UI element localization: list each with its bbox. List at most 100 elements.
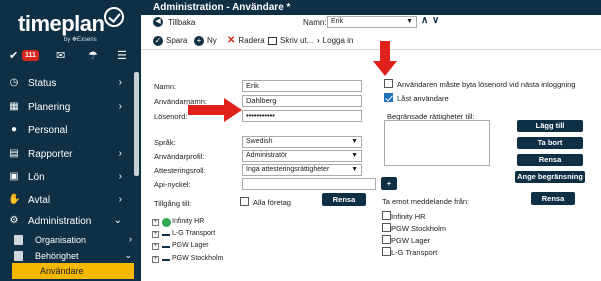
checkmark-icon[interactable]: ✔: [9, 49, 18, 63]
user-select[interactable]: Erik ▼: [327, 16, 417, 28]
chevron-right-icon: ›: [118, 148, 122, 159]
add-restriction-button[interactable]: Lägg till: [517, 120, 583, 132]
new-button[interactable]: + Ny: [194, 34, 217, 48]
back-link[interactable]: Tillbaka: [168, 18, 195, 27]
api-key-add-button[interactable]: +: [381, 177, 397, 190]
delete-button[interactable]: ✕ Radera: [227, 34, 265, 48]
expand-icon: +: [152, 256, 159, 263]
sidebar-scrollbar[interactable]: [134, 72, 139, 176]
chevron-down-icon: ⌄: [113, 215, 122, 226]
building-icon: [14, 235, 23, 245]
expand-icon: +: [152, 219, 159, 226]
next-user-icon[interactable]: ∨: [432, 15, 439, 26]
set-restriction-button[interactable]: Ange begränsning: [515, 171, 585, 183]
locked-user-checkbox[interactable]: [384, 93, 393, 102]
red-arrow-right-icon: [188, 98, 242, 122]
login-button[interactable]: › Logga in: [317, 34, 353, 48]
previous-user-icon[interactable]: ∧: [421, 15, 428, 26]
receive-item-label: Infinity HR: [391, 212, 426, 221]
tree-item[interactable]: + L-G Transport: [152, 230, 252, 240]
nav-label: Status: [28, 78, 57, 89]
attest-label: Attesteringsroll:: [154, 166, 206, 175]
save-button[interactable]: ✓ Spara: [153, 34, 187, 48]
nav-personal[interactable]: ● Personal: [0, 121, 136, 141]
must-change-password-checkbox[interactable]: [384, 79, 393, 88]
receive-messages-label: Ta emot meddelande från:: [382, 197, 470, 206]
tree-label: PGW Lager: [172, 242, 209, 249]
expand-icon: +: [152, 231, 159, 238]
language-value: Swedish: [246, 138, 273, 145]
nav-planering[interactable]: ▦ Planering ›: [0, 98, 136, 118]
chevron-right-icon: ›: [118, 101, 122, 112]
notification-badge[interactable]: 111: [22, 50, 39, 61]
username-input[interactable]: Dahlberg: [242, 95, 362, 107]
printer-icon: [268, 36, 277, 45]
list-icon[interactable]: ☰: [117, 49, 127, 63]
receive-checkbox[interactable]: [382, 235, 391, 244]
chevron-right-icon: ›: [118, 171, 122, 182]
tree-label: L-G Transport: [172, 230, 216, 237]
api-key-label: Api-nyckel:: [154, 180, 191, 189]
restrictions-list[interactable]: [384, 120, 490, 166]
api-key-input[interactable]: [242, 178, 376, 190]
receive-clear-button[interactable]: Rensa: [531, 192, 575, 205]
navigation-bar: ◀ Tillbaka Namn: Erik ▼ ∧ ∨: [141, 15, 601, 30]
nav-label: Planering: [28, 102, 71, 113]
nav-behorighet[interactable]: Behörighet ⌄: [10, 248, 136, 264]
lock-icon: [14, 251, 23, 261]
mail-icon[interactable]: ✉: [56, 49, 65, 63]
access-label: Tillgång till:: [154, 199, 192, 208]
receive-checkbox[interactable]: [382, 247, 391, 256]
nav-organisation[interactable]: Organisation ›: [10, 232, 136, 248]
profile-value: Administratör: [246, 152, 288, 159]
sidebar: timeplan by ✥Exsens ✔ 111 ✉ ☂ ☰ ◷ Status…: [0, 0, 141, 281]
print-button[interactable]: Skriv ut...: [268, 34, 313, 48]
new-label: Ny: [207, 36, 217, 45]
partial-icon: [162, 246, 170, 248]
chevron-down-icon: ⌄: [124, 250, 132, 260]
tree-item[interactable]: + PGW Stockholm: [152, 255, 252, 265]
receive-item-label: L-G Transport: [391, 248, 438, 257]
nav-lon[interactable]: ▣ Lön ›: [0, 168, 136, 188]
all-companies-checkbox[interactable]: [240, 197, 249, 206]
clear-restrictions-button[interactable]: Rensa: [517, 154, 583, 166]
handshake-icon: ✋: [8, 194, 21, 205]
password-input[interactable]: •••••••••••: [242, 110, 362, 122]
receive-checkbox[interactable]: [382, 211, 391, 220]
chevron-right-icon: ›: [118, 77, 122, 88]
language-select[interactable]: Swedish ▼: [242, 136, 362, 148]
save-check-icon: ✓: [153, 35, 163, 46]
nav-administration[interactable]: ⚙ Administration ⌄: [0, 212, 136, 232]
profile-label: Användarprofil:: [154, 152, 205, 161]
tree-item[interactable]: + Infinity HR: [152, 218, 252, 228]
user-select-value: Erik: [331, 18, 344, 25]
profile-select[interactable]: Administratör ▼: [242, 150, 362, 162]
access-clear-button[interactable]: Rensa: [322, 193, 366, 206]
all-companies-label: Alla företag: [253, 198, 291, 207]
back-arrow-icon[interactable]: ◀: [153, 17, 163, 27]
name-input[interactable]: Erik: [242, 80, 362, 92]
receive-checkbox[interactable]: [382, 223, 391, 232]
tree-item[interactable]: + PGW Lager: [152, 242, 252, 252]
attest-select[interactable]: Inga attesteringsrättigheter ▼: [242, 164, 362, 176]
person-icon: ●: [10, 124, 18, 135]
save-label: Spara: [166, 36, 188, 45]
remove-restriction-button[interactable]: Ta bort: [517, 137, 583, 149]
name-select-label: Namn:: [303, 18, 327, 27]
nav-label: Lön: [28, 172, 45, 183]
nav-label: Behörighet: [35, 251, 79, 261]
nav-label: Organisation: [35, 235, 87, 245]
nav-anvandare[interactable]: Användare: [12, 263, 134, 279]
money-icon: ▣: [9, 171, 19, 182]
logo-check-icon: [104, 7, 124, 27]
language-label: Språk:: [154, 138, 176, 147]
logo-subtitle: by ✥Exsens: [64, 37, 97, 43]
nav-status[interactable]: ◷ Status ›: [0, 74, 136, 94]
nav-rapporter[interactable]: ▤ Rapporter ›: [0, 145, 136, 165]
quick-icons: ✔ 111 ✉ ☂ ☰: [0, 47, 141, 65]
timeplan-logo[interactable]: timeplan by ✥Exsens: [12, 5, 130, 45]
receive-item-label: PGW Lager: [391, 236, 431, 245]
partial-icon: [162, 234, 170, 236]
nav-avtal[interactable]: ✋ Avtal ›: [0, 191, 136, 211]
umbrella-icon[interactable]: ☂: [88, 49, 98, 63]
